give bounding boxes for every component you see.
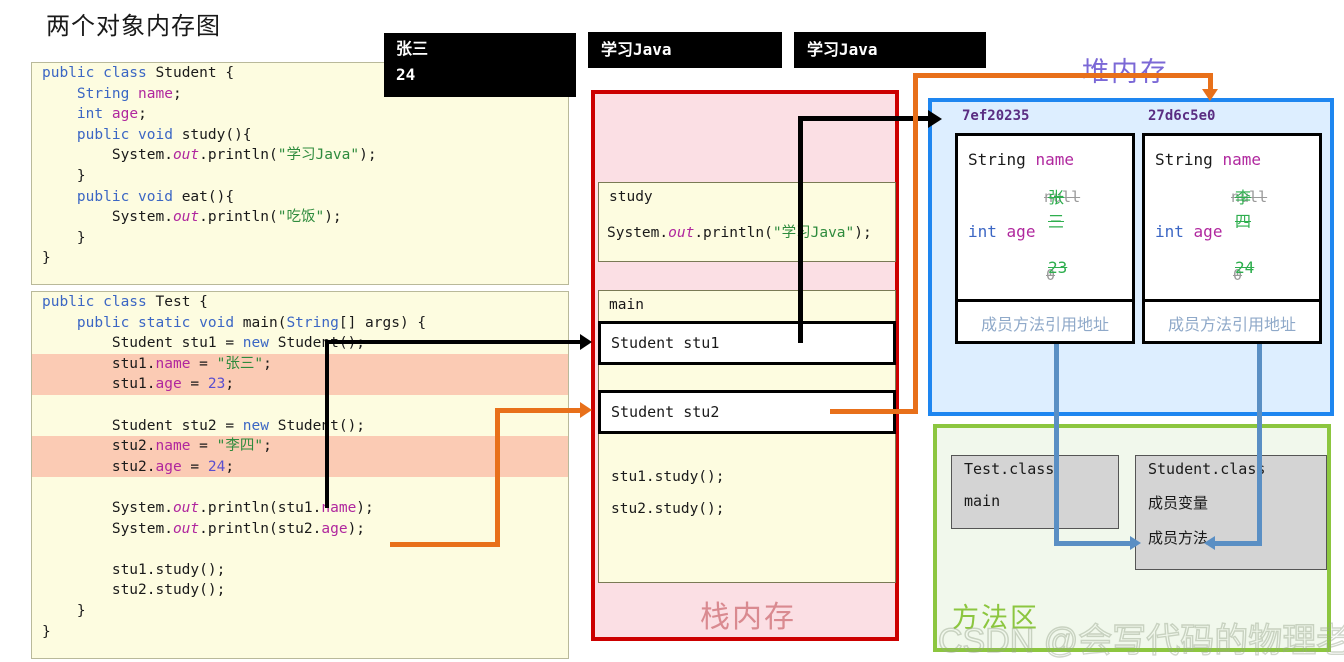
- method-area-class-student-name: Student.class: [1148, 460, 1266, 478]
- heap-object-2-name-decl: String name: [1155, 150, 1261, 169]
- method-area-class-test-name: Test.class: [964, 460, 1055, 478]
- connector-blue-object1-horizontal: [1054, 541, 1132, 546]
- code-line: public static void main(String[] args) {: [76, 314, 427, 331]
- stack-frame-main-call-2: stu2.study();: [611, 501, 725, 517]
- code-line: public void eat(){: [76, 188, 235, 205]
- code-line: stu2.study();: [111, 582, 226, 599]
- page-title: 两个对象内存图: [46, 14, 221, 40]
- code-line: }: [76, 229, 86, 246]
- code-line-highlighted: stu2.age = 24;: [32, 456, 568, 478]
- method-area-class-test: Test.class main: [951, 455, 1119, 529]
- stack-variable-stu1: Student stu1: [598, 321, 896, 365]
- arrow-head-black-to-heap-object-1: [928, 110, 942, 128]
- code-line: stu1.study();: [111, 561, 226, 578]
- heap-object-2-age-decl: int age: [1155, 222, 1223, 241]
- code-line: public class Test {: [42, 294, 208, 310]
- connector-black-vertical-code: [325, 342, 329, 508]
- code-line: int age;: [76, 106, 147, 123]
- heap-object-1-name-new: 张三: [1048, 188, 1065, 231]
- console-output-study-2: 学习Java: [794, 32, 986, 68]
- heap-object-1: String name null 张三 int age 0 23 成员方法引用地…: [955, 133, 1135, 344]
- method-area-class-student: Student.class 成员变量 成员方法: [1135, 455, 1327, 570]
- arrow-head-blue-object1: [1130, 536, 1141, 550]
- code-line: Student stu2 = new Student();: [111, 417, 366, 434]
- connector-blue-object2-vertical: [1257, 344, 1262, 545]
- heap-object-address-1: 7ef20235: [962, 108, 1030, 124]
- heap-object-address-2: 27d6c5e0: [1148, 108, 1216, 124]
- code-line: }: [42, 623, 51, 640]
- code-line-highlighted: stu1.name = "张三";: [32, 353, 568, 375]
- console-line-age: 24: [396, 65, 416, 84]
- arrow-head-blue-object2: [1204, 536, 1215, 550]
- code-line: }: [76, 167, 86, 184]
- arrow-head-orange-to-stu2: [580, 402, 592, 418]
- heap-object-1-method-ref: 成员方法引用地址: [980, 317, 1109, 334]
- code-line: System.out.println(stu1.name);: [111, 499, 374, 516]
- stack-memory-label: 栈内存: [700, 601, 796, 634]
- method-area-class-student-entry-fields: 成员变量: [1148, 494, 1209, 512]
- connector-black-horizontal-code: [325, 340, 580, 344]
- connector-black-stack-horizontal: [798, 116, 928, 121]
- connector-orange-stack-horizontal: [830, 409, 918, 414]
- arrow-head-black-to-stu1: [580, 334, 592, 350]
- stack-frame-main-name: main: [609, 297, 644, 313]
- code-line: }: [42, 250, 51, 267]
- heap-object-2: String name null 李四 int age 0 24 成员方法引用地…: [1142, 133, 1322, 344]
- heap-object-2-method-ref: 成员方法引用地址: [1167, 317, 1296, 334]
- heap-object-1-age-new: 23: [1048, 258, 1068, 277]
- console-line-name: 张三: [396, 39, 429, 58]
- heap-memory-label: 堆内存: [1082, 57, 1169, 87]
- heap-object-1-fields: String name null 张三 int age 0 23: [958, 136, 1132, 302]
- code-line: System.out.println("吃饭");: [111, 209, 342, 226]
- connector-orange-heap-horizontal: [913, 73, 1213, 78]
- connector-orange-horizontal-code-bottom: [390, 542, 500, 547]
- connector-orange-horizontal-code-top: [495, 408, 580, 413]
- stack-frame-study: study System.out.println("学习Java");: [598, 182, 896, 262]
- console-output-name-age: 张三 24: [384, 33, 576, 97]
- heap-object-1-age-decl: int age: [968, 222, 1036, 241]
- connector-black-stack-vertical: [798, 118, 803, 343]
- heap-object-2-age-new: 24: [1235, 258, 1255, 277]
- connector-blue-object1-vertical: [1054, 344, 1059, 545]
- arrow-head-orange-to-heap-object-2: [1202, 89, 1218, 101]
- heap-object-2-name-new: 李四: [1235, 188, 1252, 231]
- heap-object-2-fields: String name null 李四 int age 0 24: [1145, 136, 1319, 302]
- code-line-highlighted: stu2.name = "李四";: [32, 436, 568, 457]
- console-output-study-1: 学习Java: [588, 32, 782, 68]
- code-line: public void study(){: [76, 126, 252, 143]
- heap-object-1-name-decl: String name: [968, 150, 1074, 169]
- code-line: }: [76, 602, 86, 619]
- code-line-highlighted: stu1.age = 23;: [32, 374, 568, 395]
- stack-frame-study-name: study: [609, 189, 653, 205]
- code-block-test: public class Test { public static void m…: [31, 291, 569, 659]
- code-line: System.out.println(stu2.age);: [111, 520, 366, 537]
- connector-orange-vertical-code: [495, 410, 500, 547]
- connector-orange-heap-vertical: [913, 73, 918, 414]
- connector-blue-object2-horizontal: [1215, 541, 1262, 546]
- code-line: System.out.println("学习Java");: [111, 147, 377, 164]
- stack-frame-study-body: System.out.println("学习Java");: [607, 225, 872, 241]
- method-area-class-test-entry-main: main: [964, 492, 1001, 510]
- csdn-watermark: CSDN @会写代码的物理老师: [937, 621, 1344, 660]
